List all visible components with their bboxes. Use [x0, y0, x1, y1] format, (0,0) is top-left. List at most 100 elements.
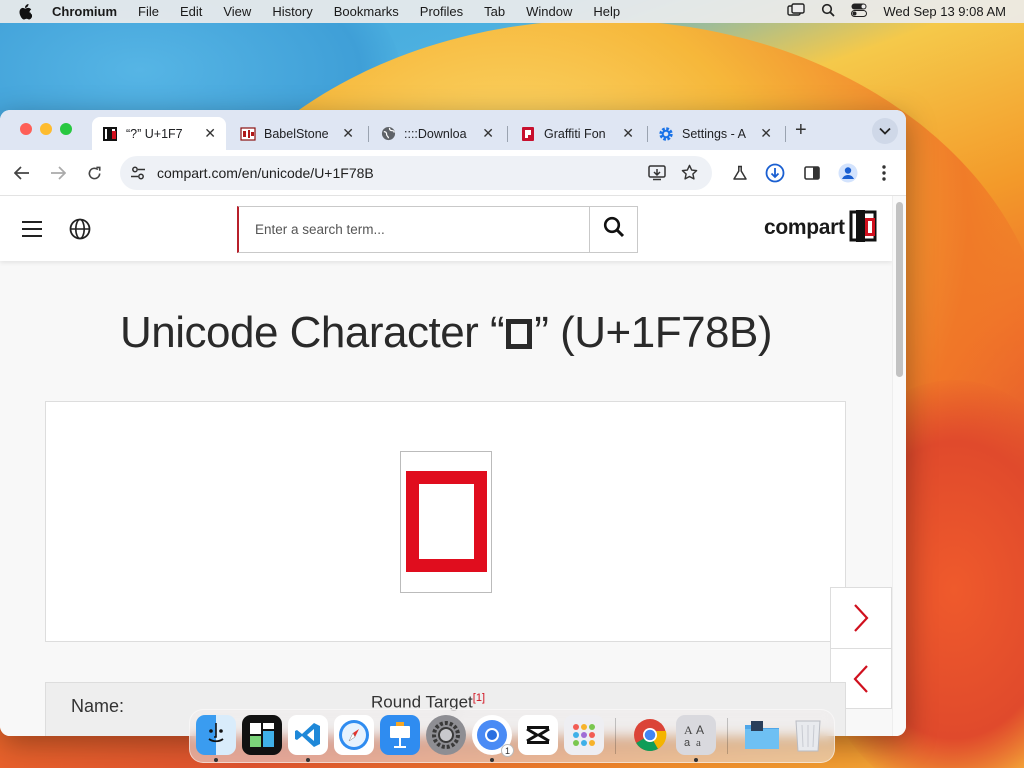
install-app-icon[interactable]	[648, 164, 666, 186]
close-tab-icon[interactable]: ✕	[342, 125, 354, 142]
page-title-suffix: ” (U+1F78B)	[534, 308, 773, 357]
page-title: Unicode Character “ ” (U+1F78B)	[0, 308, 892, 358]
menubar-clock[interactable]: Wed Sep 13 9:08 AM	[883, 4, 1006, 19]
svg-text:A: A	[684, 723, 693, 737]
next-character-button[interactable]	[831, 588, 891, 648]
running-indicator	[490, 758, 494, 762]
globe-icon	[380, 126, 396, 142]
screen-mirroring-icon[interactable]	[787, 3, 806, 20]
menu-bar: Chromium File Edit View History Bookmark…	[0, 0, 1024, 23]
babelstone-icon	[240, 126, 256, 142]
profile-avatar-icon[interactable]	[838, 163, 858, 183]
tab-settings[interactable]: Settings - A ✕	[648, 117, 782, 150]
running-indicator	[694, 758, 698, 762]
round-target-glyph-icon	[406, 471, 487, 572]
chromium-badge: 1	[501, 744, 514, 757]
running-indicator	[214, 758, 218, 762]
tab-strip: “?” U+1F7 ✕ BabelStone ✕ ::::Downloa ✕ G…	[0, 110, 906, 150]
svg-text:a: a	[684, 737, 691, 749]
keynote-icon[interactable]	[380, 715, 420, 755]
google-chrome-icon[interactable]	[630, 715, 670, 755]
dock: 1 AAaa	[189, 709, 835, 763]
safari-icon[interactable]	[334, 715, 374, 755]
tab-search-chevron-icon[interactable]	[872, 118, 898, 144]
chromium-icon[interactable]: 1	[472, 715, 514, 757]
menu-history[interactable]: History	[272, 4, 312, 19]
menu-bookmarks[interactable]: Bookmarks	[334, 4, 399, 19]
graffiti-icon	[520, 126, 536, 142]
vscode-icon[interactable]	[288, 715, 328, 755]
tab-separator	[368, 126, 369, 142]
close-window-button[interactable]	[20, 123, 32, 135]
zoom-window-button[interactable]	[60, 123, 72, 135]
close-tab-icon[interactable]: ✕	[760, 125, 772, 142]
character-preview-card	[45, 401, 846, 642]
search-input[interactable]	[255, 222, 555, 237]
launchpad-icon[interactable]	[564, 715, 604, 755]
apple-menu-icon[interactable]	[18, 3, 36, 20]
chevron-left-icon	[853, 664, 868, 693]
close-tab-icon[interactable]: ✕	[482, 125, 494, 142]
tab-babelstone[interactable]: BabelStone ✕	[230, 117, 364, 150]
back-arrow-icon[interactable]	[12, 163, 32, 183]
dock-divider	[727, 718, 728, 754]
labs-flask-icon[interactable]	[730, 163, 750, 183]
more-options-icon[interactable]	[874, 163, 894, 183]
downloads-folder-icon[interactable]	[742, 715, 782, 755]
menu-profiles[interactable]: Profiles	[420, 4, 463, 19]
menu-view[interactable]: View	[223, 4, 251, 19]
side-panel-icon[interactable]	[802, 163, 822, 183]
menu-window[interactable]: Window	[526, 4, 572, 19]
tab-title: “?” U+1F7	[126, 126, 183, 141]
reload-icon[interactable]	[84, 163, 104, 183]
tab-title: ::::Downloa	[404, 126, 467, 141]
capcut-icon[interactable]	[518, 715, 558, 755]
spotlight-search-icon[interactable]	[821, 3, 836, 20]
search-icon	[603, 216, 625, 243]
tab-downloads[interactable]: ::::Downloa ✕	[370, 117, 504, 150]
menu-app-name[interactable]: Chromium	[52, 4, 117, 19]
compart-logo[interactable]: compart	[764, 209, 877, 244]
trash-icon[interactable]	[788, 715, 828, 755]
tab-title: BabelStone	[264, 126, 329, 141]
address-bar[interactable]: compart.com/en/unicode/U+1F78B	[120, 156, 712, 190]
svg-text:a: a	[696, 737, 701, 749]
new-tab-plus-icon[interactable]: +	[795, 119, 807, 142]
tab-graffiti-fonts[interactable]: Graffiti Fon ✕	[510, 117, 644, 150]
system-settings-gear-icon[interactable]	[426, 715, 466, 755]
close-tab-icon[interactable]: ✕	[622, 125, 634, 142]
bookmark-star-icon[interactable]	[681, 164, 698, 186]
url-text[interactable]: compart.com/en/unicode/U+1F78B	[157, 165, 374, 181]
scrollbar-thumb[interactable]	[896, 202, 903, 377]
browser-toolbar: compart.com/en/unicode/U+1F78B	[0, 150, 906, 196]
mosaic-icon[interactable]	[242, 715, 282, 755]
forward-arrow-icon[interactable]	[48, 163, 68, 183]
site-info-tune-icon[interactable]	[130, 165, 146, 186]
compart-logo-icon	[102, 126, 118, 142]
language-globe-icon[interactable]	[69, 218, 91, 240]
menu-help[interactable]: Help	[593, 4, 620, 19]
name-label: Name:	[71, 696, 125, 716]
footnote-link[interactable]: [1]	[473, 692, 485, 704]
tab-compart[interactable]: “?” U+1F7 ✕	[92, 117, 226, 150]
downloads-icon[interactable]	[765, 163, 785, 183]
font-book-icon[interactable]: AAaa	[676, 715, 716, 755]
minimize-window-button[interactable]	[40, 123, 52, 135]
gear-icon	[658, 126, 674, 142]
browser-window: “?” U+1F7 ✕ BabelStone ✕ ::::Downloa ✕ G…	[0, 110, 906, 736]
menu-edit[interactable]: Edit	[180, 4, 202, 19]
tab-separator	[785, 126, 786, 142]
search-button[interactable]	[589, 206, 638, 253]
finder-icon[interactable]	[196, 715, 236, 755]
page-scrollbar[interactable]	[892, 196, 906, 736]
close-tab-icon[interactable]: ✕	[204, 125, 216, 142]
menu-file[interactable]: File	[138, 4, 159, 19]
tab-title: Settings - A	[682, 126, 746, 141]
menu-tab[interactable]: Tab	[484, 4, 505, 19]
control-center-icon[interactable]	[851, 3, 868, 20]
hamburger-menu-icon[interactable]	[22, 221, 42, 237]
site-header: compart	[0, 196, 892, 261]
site-search-field[interactable]	[237, 206, 590, 253]
logo-text: compart	[764, 216, 845, 239]
page-title-prefix: Unicode Character “	[119, 308, 505, 357]
